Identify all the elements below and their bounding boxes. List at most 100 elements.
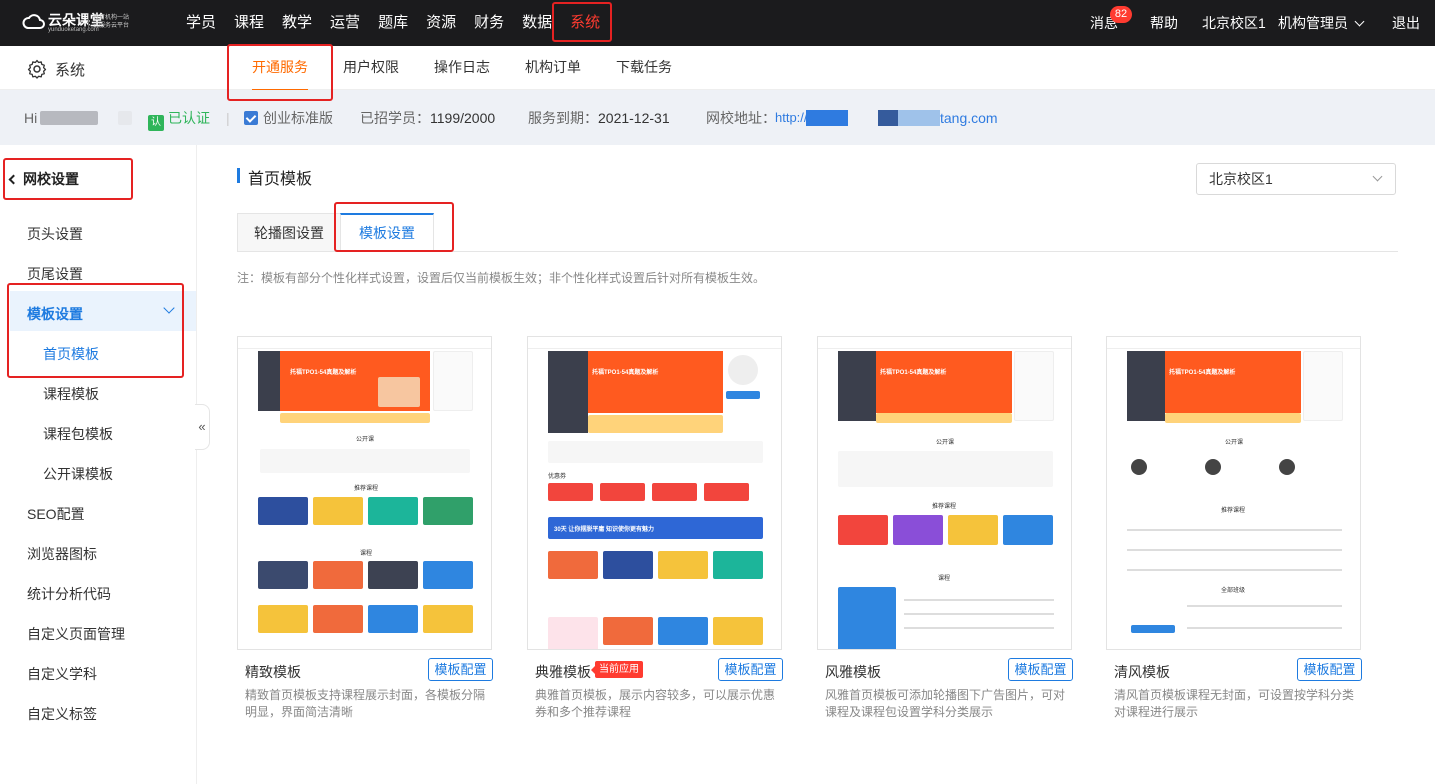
logo-tagline-line2: 式服务云平台 (93, 23, 130, 29)
template-config-button[interactable]: 模板配置 (718, 658, 783, 681)
preview-section-label: 推荐课程 (932, 504, 957, 510)
nav-item-teaching[interactable]: 教学 (282, 0, 312, 46)
help-link[interactable]: 帮助 (1150, 0, 1178, 46)
chevron-down-icon (1354, 16, 1365, 27)
template-preview-jingzhi[interactable]: 托福TPO1-54真题及解析 公开课 推荐课程 课程 (237, 336, 492, 650)
school-url-label: 网校地址： (706, 110, 776, 126)
template-config-button[interactable]: 模板配置 (1008, 658, 1073, 681)
preview-section-label: 课程 (360, 551, 373, 557)
tab-download-tasks[interactable]: 下载任务 (616, 46, 672, 90)
template-preview-qingfeng[interactable]: 托福TPO1-54真题及解析 公开课 推荐课程 全部班级 (1106, 336, 1361, 650)
preview-section-label: 课程 (938, 576, 951, 582)
students-label: 已招学员： (360, 110, 430, 126)
sidebar-item-seo[interactable]: SEO配置 (27, 504, 85, 524)
admin-menu[interactable]: 机构管理员 (1278, 0, 1365, 46)
template-note: 注：模板有部分个性化样式设置，设置后仅当前模板生效；非个性化样式设置后针对所有模… (237, 271, 766, 285)
annotation-box-template-settings (7, 283, 184, 378)
page-title: 首页模板 (237, 165, 312, 189)
redacted-username (40, 111, 98, 125)
campus-switch[interactable]: 北京校区1 (1202, 0, 1266, 46)
verified-label: 已认证 (168, 110, 210, 126)
students-info: 已招学员：1199/2000 (360, 109, 495, 127)
preview-section-label: 推荐课程 (354, 486, 379, 492)
nav-item-question-bank[interactable]: 题库 (378, 0, 408, 46)
annotation-box-open-service (227, 44, 333, 101)
preview-section-label: 全部班级 (1221, 588, 1246, 594)
gear-icon (27, 59, 47, 79)
sidebar-item-analytics-code[interactable]: 统计分析代码 (27, 584, 111, 604)
divider: | (226, 110, 230, 126)
nav-item-finance[interactable]: 财务 (474, 0, 504, 46)
sidebar-item-header[interactable]: 页头设置 (27, 224, 83, 244)
sidebar-sub-open-class-template[interactable]: 公开课模板 (43, 464, 113, 484)
chevron-down-icon (1372, 171, 1383, 182)
preview-section-label: 公开课 (1225, 440, 1244, 446)
top-navbar: 云朵课堂 yunduoketang.com 教育机构一站 式服务云平台 学员 课… (0, 0, 1435, 46)
nav-item-courses[interactable]: 课程 (234, 0, 264, 46)
nav-item-operations[interactable]: 运营 (330, 0, 360, 46)
expiry-info: 服务到期：2021-12-31 (528, 109, 670, 127)
annotation-box-template-tab (334, 202, 454, 252)
logo-divider (88, 13, 89, 31)
template-preview-fengya[interactable]: 托福TPO1-54真题及解析 公开课 推荐课程 课程 (817, 336, 1072, 650)
sidebar-item-custom-pages[interactable]: 自定义页面管理 (27, 624, 125, 644)
cloud-logo-icon (22, 14, 45, 29)
preview-section-label: 优惠券 (548, 474, 567, 480)
edition: 创业标准版 (244, 109, 333, 127)
tab-org-orders[interactable]: 机构订单 (525, 46, 581, 90)
preview-banner-title: 托福TPO1-54真题及解析 (592, 370, 659, 376)
logo-tagline-line1: 教育机构一站 (93, 15, 130, 21)
sidebar-item-footer[interactable]: 页尾设置 (27, 264, 83, 284)
sidebar-item-custom-tags[interactable]: 自定义标签 (27, 704, 97, 724)
template-description: 典雅首页模板，展示内容较多，可以展示优惠券和多个推荐课程 (535, 688, 776, 719)
preview-banner-title: 托福TPO1-54真题及解析 (290, 370, 357, 376)
tab-user-permissions[interactable]: 用户权限 (343, 46, 399, 90)
preview-banner-title: 托福TPO1-54真题及解析 (880, 370, 947, 376)
template-description: 风雅首页模板可添加轮播图下广告图片，可对课程及课程包设置学科分类展示 (825, 688, 1066, 719)
redacted-url-part (898, 110, 940, 126)
nav-item-data[interactable]: 数据 (522, 0, 552, 46)
preview-section-label: 公开课 (936, 440, 955, 446)
annotation-box-system-nav (552, 2, 612, 42)
admin-label: 机构管理员 (1278, 15, 1348, 31)
tab-carousel-settings[interactable]: 轮播图设置 (237, 213, 341, 252)
system-subnav-bar: 系统 开通服务 用户权限 操作日志 机构订单 下载任务 (0, 46, 1435, 91)
sidebar-item-favicon[interactable]: 浏览器图标 (27, 544, 97, 564)
campus-select[interactable]: 北京校区1 (1196, 163, 1396, 195)
expiry-value: 2021-12-31 (598, 110, 670, 126)
tab-operation-log[interactable]: 操作日志 (434, 46, 490, 90)
students-value: 1199/2000 (430, 110, 496, 126)
template-name: 典雅模板 (535, 664, 591, 680)
annotation-box-school-settings (3, 158, 133, 200)
preview-slogan: 30天 让你摆脱平庸 知识使你更有魅力 (554, 527, 655, 533)
account-info-bar: Hi 认已认证 | 创业标准版 已招学员：1199/2000 服务到期：2021… (0, 90, 1435, 145)
sidebar-sub-package-template[interactable]: 课程包模板 (43, 424, 113, 444)
greeting: Hi (24, 110, 38, 126)
sidebar-collapse-toggle[interactable]: « (195, 404, 210, 450)
edition-label: 创业标准版 (263, 110, 333, 126)
redacted-url-part (806, 110, 848, 126)
template-name: 风雅模板 (825, 664, 881, 680)
template-preview-dianya[interactable]: 托福TPO1-54真题及解析 优惠券 30天 让你摆脱平庸 知识使你更有魅力 (527, 336, 782, 650)
messages-count-badge: 82 (1110, 6, 1132, 23)
template-config-button[interactable]: 模板配置 (1297, 658, 1362, 681)
settings-sidebar: 网校设置 页头设置 页尾设置 模板设置 首页模板 课程模板 课程包模板 公开课模… (0, 145, 197, 784)
sidebar-item-custom-subjects[interactable]: 自定义学科 (27, 664, 97, 684)
sidebar-sub-course-template[interactable]: 课程模板 (43, 384, 99, 404)
nav-item-resources[interactable]: 资源 (426, 0, 456, 46)
preview-section-label: 推荐课程 (1221, 508, 1246, 514)
nav-item-students[interactable]: 学员 (186, 0, 216, 46)
logout-link[interactable]: 退出 (1392, 0, 1420, 46)
verified-status: 认已认证 (148, 109, 210, 131)
expiry-label: 服务到期： (528, 110, 598, 126)
preview-section-label: 公开课 (356, 437, 375, 443)
redacted-url-part (878, 110, 898, 126)
logo[interactable]: 云朵课堂 yunduoketang.com 教育机构一站 式服务云平台 (22, 8, 140, 38)
logo-url: yunduoketang.com (48, 27, 99, 33)
section-label: 系统 (55, 62, 86, 79)
template-config-button[interactable]: 模板配置 (428, 658, 493, 681)
verified-icon: 认 (148, 115, 164, 131)
redacted-mark (118, 111, 132, 125)
template-description: 精致首页模板支持课程展示封面，各模板分隔明显，界面简洁清晰 (245, 688, 486, 719)
school-url-suffix[interactable]: tang.com (940, 109, 998, 127)
